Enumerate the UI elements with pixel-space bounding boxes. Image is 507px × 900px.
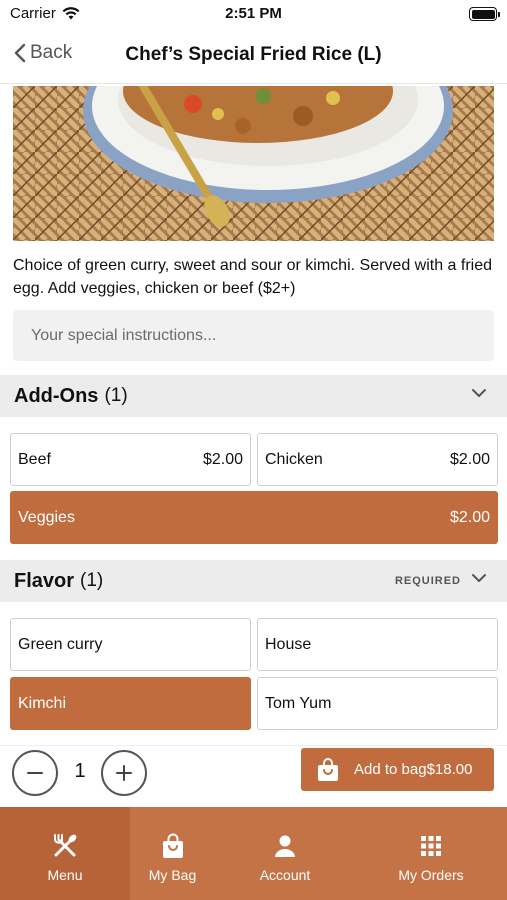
shopping-bag-icon (318, 757, 338, 781)
option-label: Tom Yum (265, 694, 332, 712)
option-label: Chicken (265, 450, 323, 468)
increase-quantity-button[interactable] (101, 750, 147, 796)
tab-label: My Bag (148, 867, 197, 883)
tab-my-orders[interactable]: My Orders (355, 807, 507, 900)
decrease-quantity-button[interactable] (12, 750, 58, 796)
dish-image (13, 86, 494, 241)
flavor-title: Flavor (14, 569, 75, 592)
add-to-bag-button[interactable]: Add to bag$18.00 (301, 748, 494, 791)
battery-icon (469, 7, 500, 21)
addons-title: Add-Ons (14, 384, 99, 407)
flavor-option-house[interactable]: House (257, 618, 498, 671)
option-label: Veggies (18, 508, 75, 526)
status-bar: Carrier 2:51 PM (0, 0, 507, 28)
flavor-section-header[interactable]: Flavor (1) REQUIRED (0, 560, 507, 602)
option-price: $2.00 (449, 450, 490, 468)
tab-my-bag[interactable]: My Bag (130, 807, 215, 900)
person-icon (275, 835, 295, 857)
tab-menu[interactable]: Menu (0, 807, 130, 900)
addon-option-chicken[interactable]: Chicken $2.00 (257, 433, 498, 486)
bag-icon (162, 833, 183, 858)
tab-label: My Orders (398, 867, 464, 883)
add-to-bag-label: Add to bag (354, 761, 427, 778)
option-price: $2.00 (202, 450, 243, 468)
addons-section-header[interactable]: Add-Ons (1) (0, 375, 507, 417)
required-badge: REQUIRED (394, 575, 461, 587)
chevron-down-icon (472, 574, 486, 582)
grid-icon (421, 836, 441, 856)
option-label: Green curry (18, 635, 103, 653)
addons-count: (1) (104, 385, 128, 406)
tab-account[interactable]: Account (215, 807, 355, 900)
clock: 2:51 PM (225, 5, 282, 22)
utensils-icon (54, 834, 77, 857)
option-label: Kimchi (18, 694, 67, 712)
option-price: $2.00 (449, 508, 490, 526)
tab-label: Account (259, 867, 311, 883)
quantity-value: 1 (74, 760, 86, 782)
addon-option-beef[interactable]: Beef $2.00 (10, 433, 251, 486)
instructions-placeholder: Your special instructions... (31, 326, 217, 344)
add-to-bag-price: $18.00 (426, 761, 473, 778)
flavor-option-green-curry[interactable]: Green curry (10, 618, 251, 671)
page-title: Chef’s Special Fried Rice (L) (125, 44, 382, 65)
addon-option-veggies[interactable]: Veggies $2.00 (10, 491, 498, 544)
option-label: House (265, 635, 312, 653)
special-instructions-input[interactable]: Your special instructions... (13, 310, 494, 361)
quantity-bar: 1 Add to bag$18.00 (0, 745, 507, 805)
flavor-count: (1) (80, 570, 104, 591)
navigation-bar: Back Chef’s Special Fried Rice (L) (0, 28, 507, 84)
option-label: Beef (18, 450, 51, 468)
tab-label: Menu (47, 867, 83, 883)
add-to-bag-text: Add to bag$18.00 (354, 761, 472, 778)
chevron-down-icon (472, 389, 486, 397)
plus-icon (116, 765, 132, 781)
tab-bar: Menu My Bag Account My Orders (0, 807, 507, 900)
minus-icon (27, 772, 43, 774)
flavor-option-kimchi[interactable]: Kimchi (10, 677, 251, 730)
flavor-option-tom-yum[interactable]: Tom Yum (257, 677, 498, 730)
dish-description: Choice of green curry, sweet and sour or… (13, 257, 493, 297)
